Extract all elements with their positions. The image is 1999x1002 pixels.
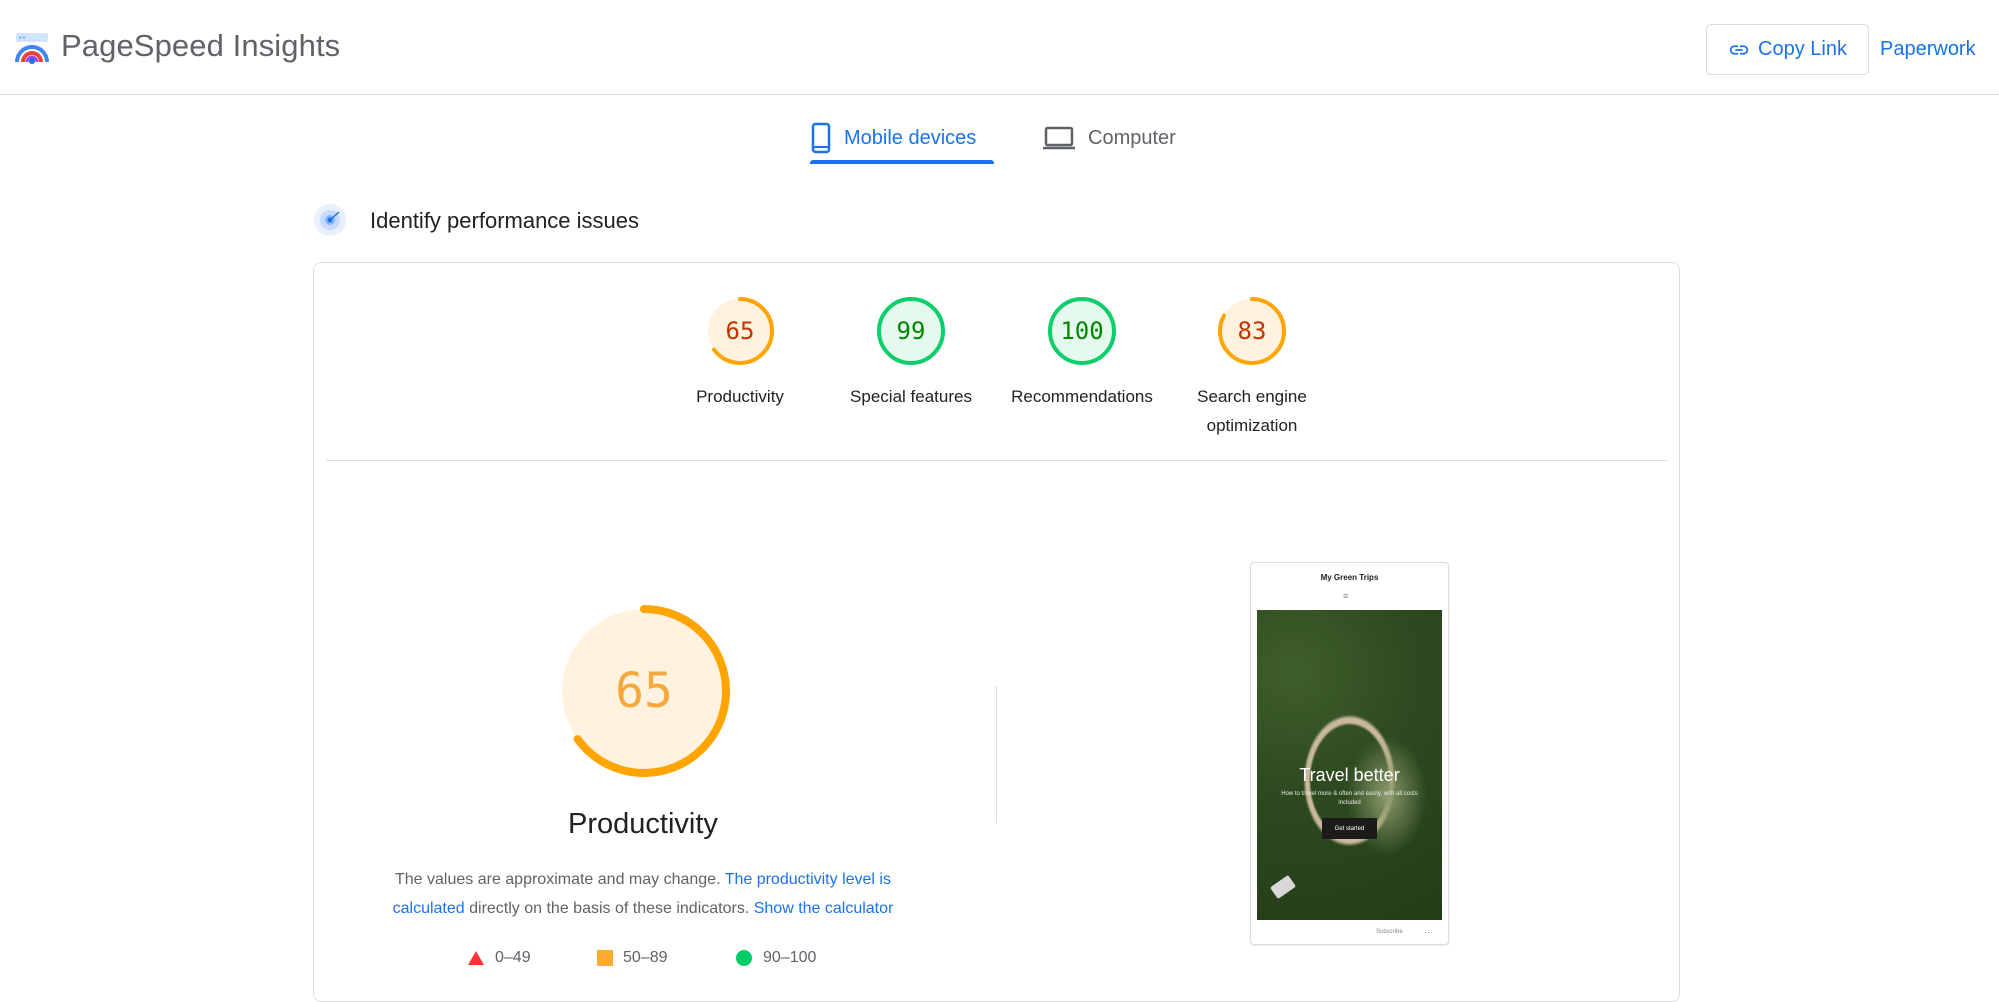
- legend-item-average: 50–89: [597, 949, 668, 967]
- more-dots-icon: ···: [1424, 927, 1433, 937]
- hamburger-menu-icon: ≡: [1343, 591, 1349, 601]
- orange-square-icon: [597, 950, 613, 966]
- score-label: Special features: [826, 382, 996, 411]
- score-value: 99: [897, 317, 926, 345]
- main-score-gauge: 65: [558, 605, 730, 777]
- show-calculator-link[interactable]: Show the calculator: [754, 900, 894, 917]
- score-label-line: Search engine: [1197, 387, 1307, 406]
- score-label-line: Recommendations: [1011, 387, 1153, 406]
- copy-link-label: Copy Link: [1758, 38, 1847, 60]
- gauge-ring: 65: [706, 297, 774, 365]
- main-score-title: Productivity: [568, 808, 718, 840]
- score-label: Recommendations: [997, 382, 1167, 411]
- score-label: Search engine optimization: [1167, 382, 1337, 440]
- tab-mobile-devices[interactable]: Mobile devices: [810, 113, 976, 163]
- gauge-ring: 99: [877, 297, 945, 365]
- screenshot-subscribe-label: Subscribe: [1376, 929, 1403, 935]
- red-triangle-icon: [468, 951, 484, 965]
- vertical-divider: [996, 686, 997, 823]
- score-value: 65: [726, 317, 755, 345]
- screenshot-hero-subtitle: How to travel more & often and easily, w…: [1281, 791, 1418, 806]
- description-text: directly on the basis of these indicator…: [464, 900, 754, 917]
- score-value: 100: [1060, 317, 1103, 345]
- top-header: PageSpeed Insights Copy Link Paperwork: [0, 0, 1999, 95]
- card-divider: [326, 460, 1667, 461]
- screenshot-hero-title: Travel better: [1299, 765, 1400, 785]
- tab-computer[interactable]: Computer: [1042, 113, 1176, 163]
- legend-item-pass: 90–100: [735, 949, 816, 967]
- performance-target-icon: [314, 204, 346, 236]
- description-text: The values are approximate and may chang…: [395, 871, 725, 888]
- legend-range: 90–100: [763, 949, 817, 966]
- paperwork-link[interactable]: Paperwork: [1880, 38, 1976, 61]
- score-description: The values are approximate and may chang…: [368, 865, 918, 923]
- pagespeed-logo-icon: [15, 33, 49, 64]
- score-gauge-recommendations[interactable]: 100 Recommendations: [997, 296, 1167, 411]
- score-label-line: Special features: [850, 387, 972, 406]
- legend-item-fail: 0–49: [467, 949, 531, 967]
- legend-range: 0–49: [495, 949, 531, 966]
- main-score-value: 65: [615, 663, 673, 719]
- app-title: PageSpeed Insights: [61, 28, 341, 63]
- score-gauge-productivity[interactable]: 65 Productivity: [655, 296, 825, 411]
- active-tab-indicator: [810, 160, 994, 164]
- gauge-ring: 83: [1218, 297, 1286, 365]
- score-label: Productivity: [655, 382, 825, 411]
- legend-range: 50–89: [623, 949, 668, 966]
- screenshot-get-started-button: Get started: [1322, 818, 1377, 839]
- page-screenshot: My Green Trips ≡ Travel better How to tr…: [1250, 562, 1449, 945]
- van-shape: [1269, 874, 1297, 900]
- score-value: 83: [1238, 317, 1267, 345]
- green-circle-icon: [736, 950, 752, 966]
- tab-mobile-label: Mobile devices: [844, 126, 977, 149]
- score-label-line: Productivity: [696, 387, 784, 406]
- score-gauge-special-features[interactable]: 99 Special features: [826, 296, 996, 411]
- score-label-line: optimization: [1206, 416, 1298, 435]
- tab-computer-label: Computer: [1088, 126, 1176, 149]
- score-gauge-seo[interactable]: 83 Search engine optimization: [1167, 296, 1337, 440]
- screenshot-hero-image: Travel better How to travel more & often…: [1257, 610, 1442, 920]
- link-icon: [1729, 44, 1749, 55]
- screenshot-footer: Subscribe ···: [1251, 926, 1448, 944]
- smartphone-icon: [811, 122, 831, 154]
- section-title: Identify performance issues: [370, 208, 640, 233]
- screenshot-site-title: My Green Trips: [1320, 573, 1379, 582]
- laptop-icon: [1043, 126, 1075, 150]
- copy-link-button[interactable]: Copy Link: [1706, 24, 1869, 75]
- gauge-ring: 100: [1048, 297, 1116, 365]
